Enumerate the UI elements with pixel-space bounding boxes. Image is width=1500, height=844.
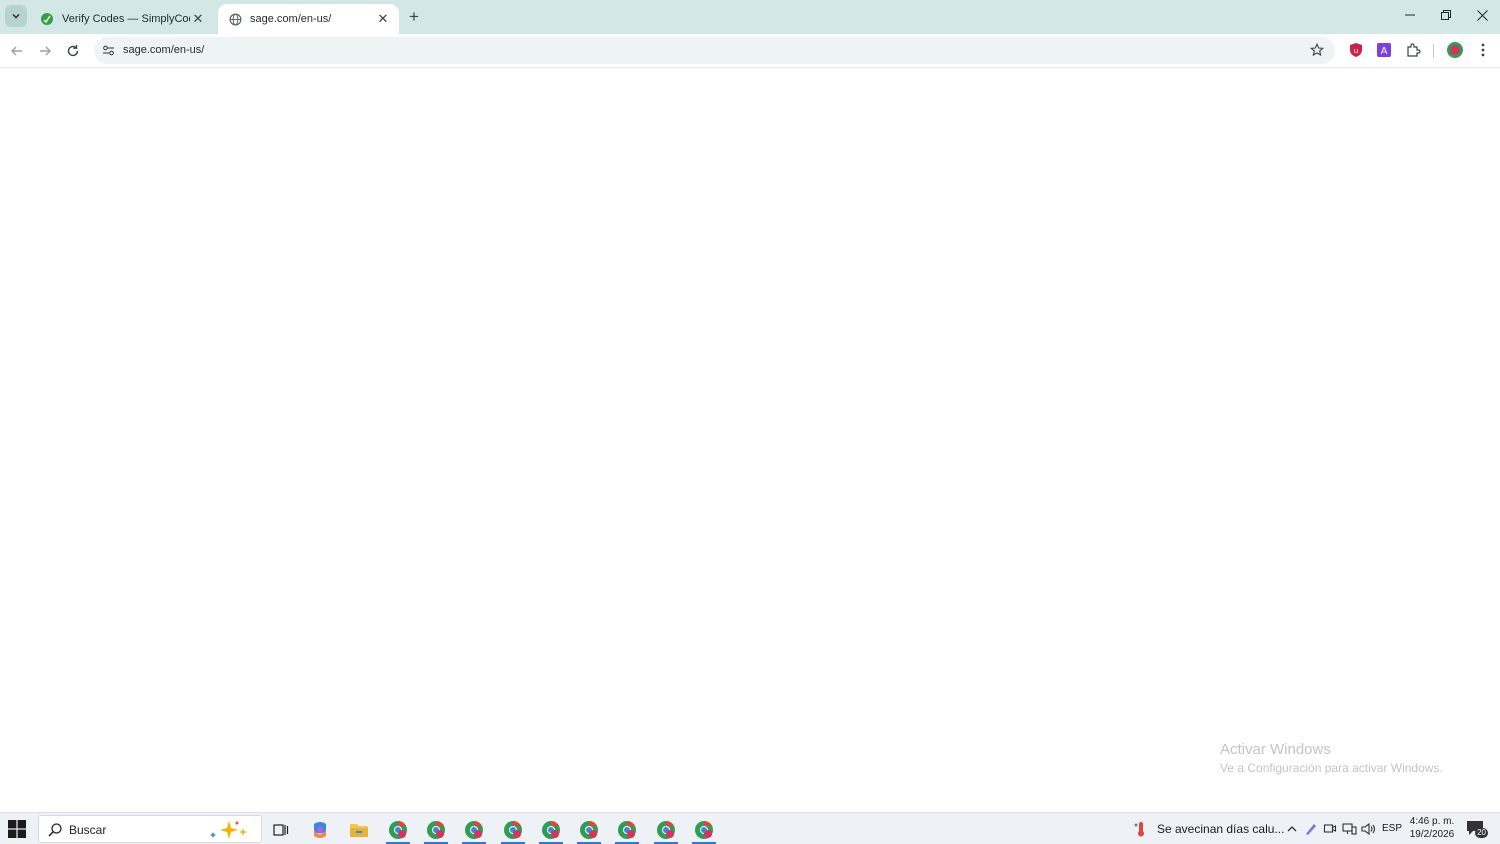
weather-text[interactable]: Se avecinan días calu... bbox=[1157, 822, 1284, 836]
notification-count: 20 bbox=[1475, 828, 1488, 838]
chrome-icon bbox=[657, 820, 675, 839]
chrome-icon bbox=[695, 820, 713, 839]
tab-title: Verify Codes — SimplyCodes bbox=[62, 13, 190, 25]
new-tab-button[interactable]: + bbox=[404, 7, 424, 27]
address-bar[interactable]: sage.com/en-us/ bbox=[94, 37, 1335, 64]
chevron-up-icon[interactable] bbox=[1284, 821, 1300, 837]
windows-taskbar: Buscar Se avecinan días calu... ESP 4:46… bbox=[0, 812, 1500, 844]
chrome-taskbar-app[interactable] bbox=[612, 816, 642, 844]
svg-text:A: A bbox=[1381, 46, 1388, 57]
site-info-icon[interactable] bbox=[100, 42, 116, 58]
watermark-subtitle: Ve a Configuración para activar Windows. bbox=[1220, 761, 1443, 775]
reload-button[interactable] bbox=[62, 40, 84, 62]
chrome-taskbar-app[interactable] bbox=[421, 816, 451, 844]
search-label: Buscar bbox=[69, 823, 107, 837]
clock-time: 4:46 p. m. bbox=[1409, 816, 1455, 827]
minimize-icon bbox=[1405, 14, 1415, 16]
copilot-icon[interactable] bbox=[305, 816, 335, 844]
menu-kebab-icon[interactable] bbox=[1473, 40, 1493, 60]
taskbar-clock[interactable]: 4:46 p. m. 19/2/2026 bbox=[1404, 815, 1460, 841]
arrow-left-icon bbox=[11, 46, 22, 56]
arrow-right-icon bbox=[40, 46, 51, 56]
chrome-icon bbox=[389, 820, 407, 839]
page-content: Activar Windows Ve a Configuración para … bbox=[0, 68, 1500, 815]
chrome-icon bbox=[465, 820, 483, 839]
notification-center-button[interactable]: 20 bbox=[1466, 820, 1488, 838]
chrome-taskbar-app[interactable] bbox=[574, 816, 604, 844]
clock-date: 19/2/2026 bbox=[1409, 829, 1455, 840]
chrome-icon bbox=[618, 820, 636, 839]
ublock-extension-icon[interactable]: u bbox=[1346, 40, 1366, 60]
chrome-taskbar-app[interactable] bbox=[459, 816, 489, 844]
restore-icon bbox=[1441, 10, 1451, 20]
tab-sage[interactable]: sage.com/en-us/ ✕ bbox=[218, 4, 399, 34]
taskbar-search-input[interactable]: Buscar bbox=[38, 815, 262, 843]
tab-strip: Verify Codes — SimplyCodes ✕ sage.com/en… bbox=[0, 0, 1500, 34]
network-icon[interactable] bbox=[1341, 821, 1357, 837]
meet-now-icon[interactable] bbox=[1322, 821, 1338, 837]
a-extension-icon[interactable]: A bbox=[1374, 40, 1394, 60]
close-icon bbox=[1476, 9, 1488, 21]
tab-title: sage.com/en-us/ bbox=[250, 13, 332, 25]
tab-search-button[interactable] bbox=[5, 5, 27, 27]
chrome-taskbar-app[interactable] bbox=[651, 816, 681, 844]
sparkle-icon bbox=[210, 821, 247, 839]
input-language[interactable]: ESP bbox=[1382, 823, 1402, 834]
chrome-icon bbox=[542, 820, 560, 839]
simplycodes-leaf-icon bbox=[40, 12, 54, 26]
search-icon bbox=[48, 823, 62, 837]
weather-thermometer-icon[interactable] bbox=[1133, 821, 1149, 837]
profile-avatar[interactable] bbox=[1445, 40, 1465, 60]
restore-button[interactable] bbox=[1428, 0, 1464, 30]
back-button[interactable] bbox=[6, 40, 28, 62]
url-text[interactable]: sage.com/en-us/ bbox=[123, 44, 204, 56]
chrome-taskbar-app[interactable] bbox=[498, 816, 528, 844]
chevron-down-icon bbox=[12, 13, 20, 19]
file-explorer-icon[interactable] bbox=[344, 816, 374, 844]
minimize-button[interactable] bbox=[1392, 0, 1428, 30]
chrome-taskbar-app[interactable] bbox=[689, 816, 719, 844]
chrome-taskbar-app[interactable] bbox=[383, 816, 413, 844]
bookmark-star-icon[interactable] bbox=[1309, 42, 1325, 58]
chrome-icon bbox=[427, 820, 445, 839]
toolbar-separator bbox=[1433, 44, 1434, 58]
chrome-icon bbox=[504, 820, 522, 839]
extensions-puzzle-icon[interactable] bbox=[1403, 40, 1423, 60]
watermark-title: Activar Windows bbox=[1220, 741, 1331, 758]
chrome-taskbar-app[interactable] bbox=[536, 816, 566, 844]
close-tab-icon[interactable]: ✕ bbox=[190, 11, 206, 27]
forward-button[interactable] bbox=[34, 40, 56, 62]
svg-text:u: u bbox=[1354, 47, 1358, 55]
windows-start-icon[interactable] bbox=[8, 820, 28, 838]
tab-verify-codes[interactable]: Verify Codes — SimplyCodes ✕ bbox=[30, 4, 214, 34]
windows-activation-watermark: Activar Windows Ve a Configuración para … bbox=[1220, 741, 1443, 775]
close-window-button[interactable] bbox=[1464, 0, 1500, 30]
reload-icon bbox=[67, 45, 79, 57]
browser-toolbar: sage.com/en-us/ u A bbox=[0, 34, 1500, 68]
pen-icon[interactable] bbox=[1303, 821, 1319, 837]
task-view-icon[interactable] bbox=[266, 816, 296, 844]
close-tab-icon[interactable]: ✕ bbox=[375, 11, 391, 27]
volume-icon[interactable] bbox=[1360, 821, 1376, 837]
globe-icon bbox=[228, 12, 242, 26]
chrome-icon bbox=[580, 820, 598, 839]
